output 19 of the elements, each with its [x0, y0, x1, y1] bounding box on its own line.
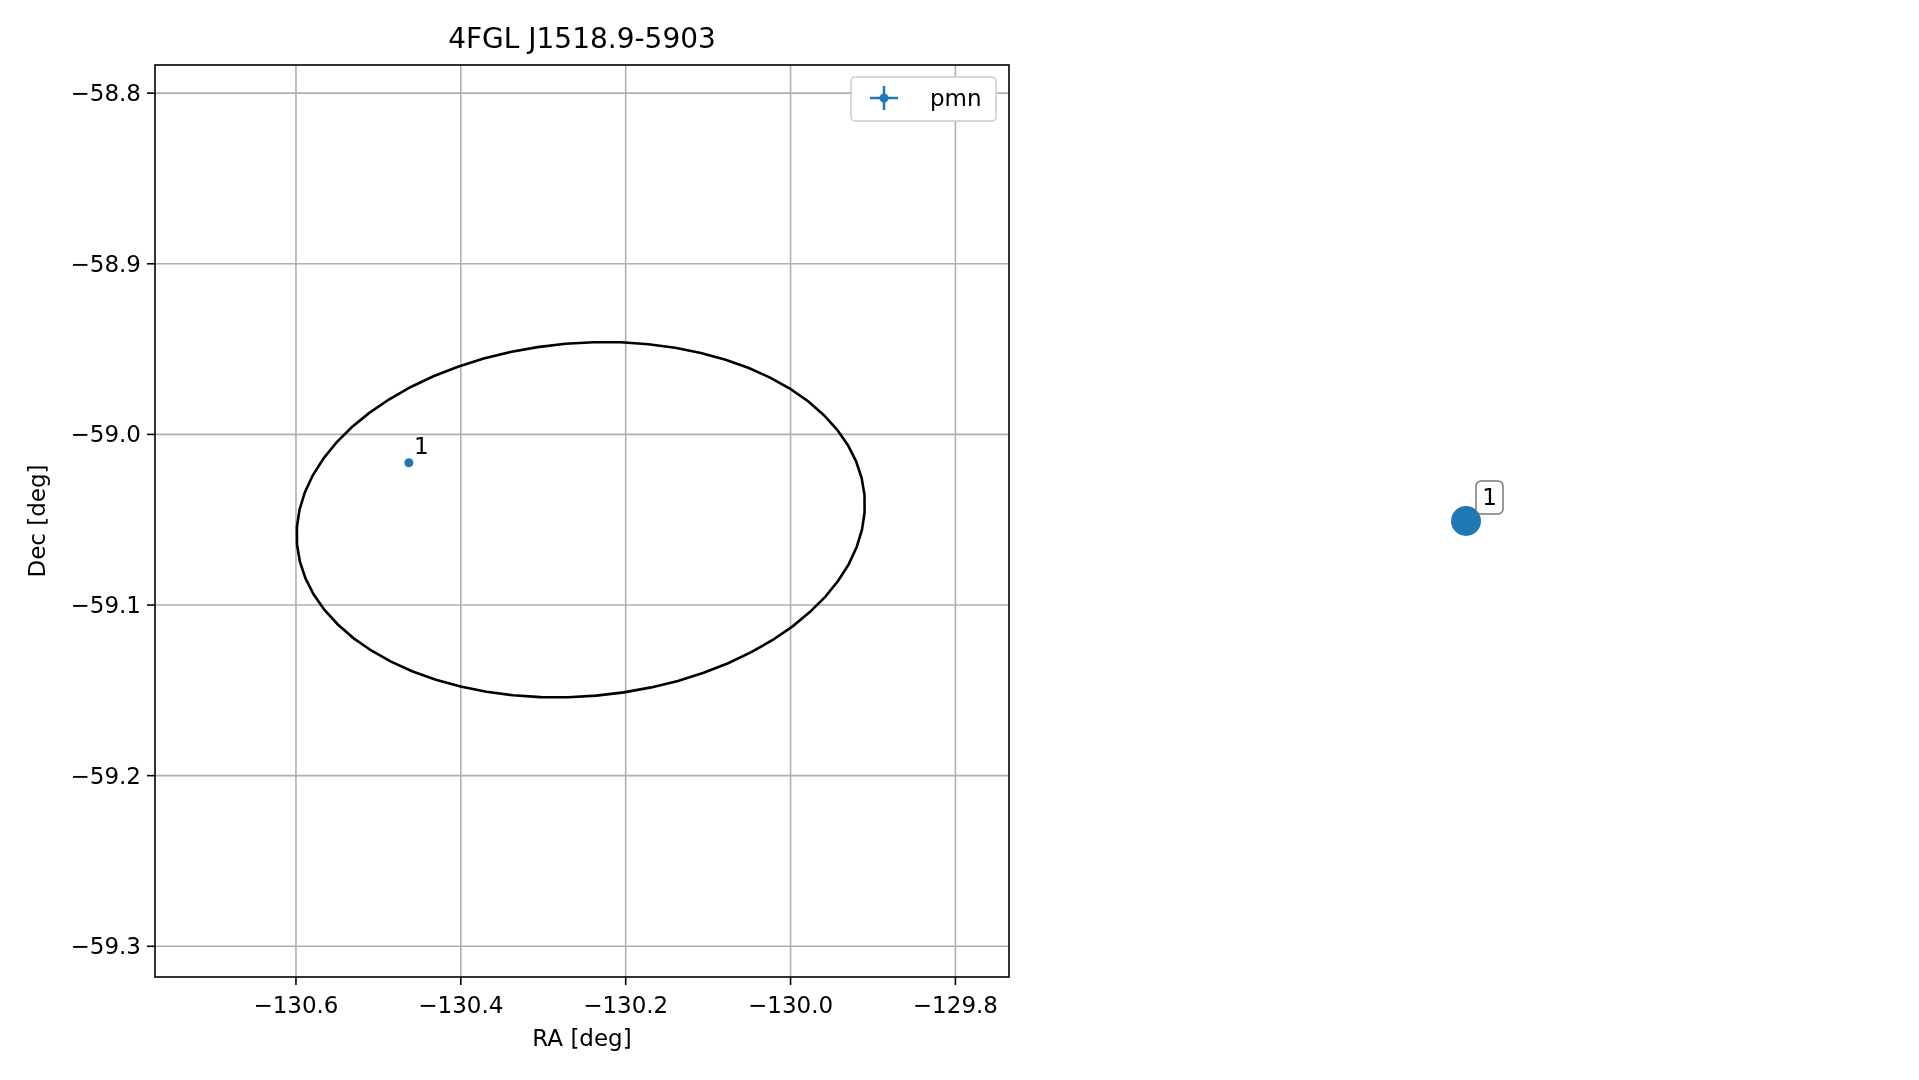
- y-tick-label: −59.2: [70, 762, 141, 789]
- point-label: 1: [413, 432, 429, 459]
- y-tick-label: −59.0: [70, 421, 141, 448]
- y-axis-label: Dec [deg]: [24, 464, 50, 578]
- plot-title: 4FGL J1518.9-5903: [448, 22, 716, 55]
- y-tick-label: −59.1: [70, 592, 141, 619]
- y-tick-label: −58.9: [70, 250, 141, 277]
- x-tick-label: −129.8: [912, 992, 998, 1018]
- marker-tag: 1: [1475, 480, 1504, 515]
- x-tick-label: −130.6: [253, 992, 339, 1018]
- x-tick-label: −130.4: [418, 992, 504, 1018]
- x-tick-label: −130.0: [748, 992, 834, 1018]
- legend-marker-icon: [870, 86, 898, 110]
- y-tick-label: −59.3: [70, 933, 141, 960]
- data-point: [404, 458, 414, 468]
- legend-label: pmn: [930, 85, 982, 111]
- y-tick-label: −58.8: [70, 80, 141, 107]
- x-axis-label: RA [deg]: [532, 1025, 632, 1051]
- x-tick-label: −130.2: [583, 992, 669, 1018]
